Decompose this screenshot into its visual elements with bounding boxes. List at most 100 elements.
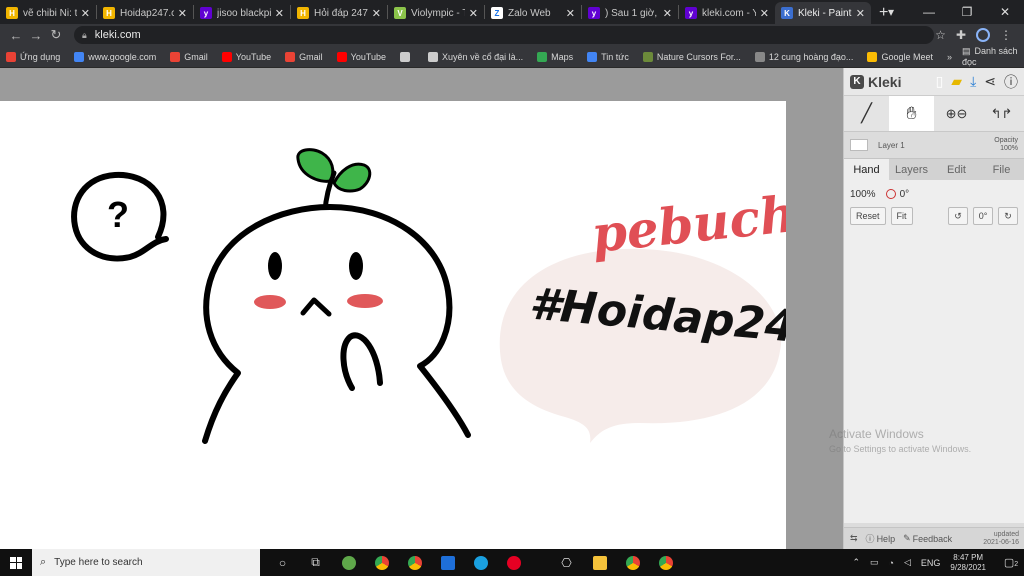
share-icon[interactable]: ⋖ <box>984 73 996 90</box>
bookmark-item[interactable]: Gmail <box>170 51 208 62</box>
reload-button[interactable]: ↻ <box>46 27 66 43</box>
app-chrome-icon[interactable] <box>365 549 398 576</box>
app-zalo-icon[interactable]: ⎔ <box>550 549 583 576</box>
reading-list-button[interactable]: ▤ Danh sách đọc <box>962 46 1018 67</box>
browser-tab[interactable]: Hvẽ chibi Ni: tề ✕ <box>0 2 96 24</box>
drawing-canvas[interactable]: ? pebuchi #Hoidap247 <box>0 101 786 549</box>
bookmark-star-icon[interactable]: ☆ <box>935 28 946 42</box>
browser-tab[interactable]: V Violympic - To ✕ <box>388 2 484 24</box>
bookmark-item[interactable]: Tin tức <box>587 51 629 62</box>
zoom-tools[interactable]: ⊕⊖ <box>934 96 979 131</box>
tab-close-icon[interactable]: ✕ <box>856 7 865 20</box>
brush-tool[interactable]: ╱ <box>844 96 889 131</box>
tab-close-icon[interactable]: ✕ <box>81 7 90 20</box>
bookmark-item[interactable] <box>400 51 414 62</box>
taskbar-search-input[interactable]: ⌕ Type here to search <box>32 549 260 576</box>
rotate-left-icon: ↺ <box>954 210 962 221</box>
help-icon[interactable]: ⓘ <box>1004 72 1018 92</box>
tab-hand[interactable]: Hand <box>844 159 889 180</box>
network-icon[interactable]: ▭ <box>870 557 879 568</box>
reset-button[interactable]: Reset <box>850 207 886 225</box>
clock[interactable]: 8:47 PM 9/28/2021 <box>950 553 986 573</box>
app-chrome-2-icon[interactable] <box>398 549 431 576</box>
app-store-icon[interactable] <box>431 549 464 576</box>
extensions-icon[interactable]: ✚ <box>956 28 966 42</box>
bookmarks-more-button[interactable]: » <box>947 52 952 62</box>
feedback-button[interactable]: ✎ Feedback <box>903 533 952 544</box>
forward-button[interactable]: → <box>26 28 46 43</box>
start-button[interactable] <box>0 549 32 576</box>
tab-close-icon[interactable]: ✕ <box>275 7 284 20</box>
tab-close-icon[interactable]: ✕ <box>566 7 575 20</box>
app-chrome-alt-icon[interactable] <box>332 549 365 576</box>
bookmark-item[interactable]: Xuyên về cổ đại là... <box>428 51 523 62</box>
tab-file[interactable]: File <box>979 159 1024 180</box>
bookmark-item[interactable]: Maps <box>537 51 573 62</box>
layer-preview-row[interactable]: Layer 1 Opacity 100% <box>844 132 1024 158</box>
browser-tab[interactable]: Z Zalo Web ✕ <box>485 2 581 24</box>
bookmark-item[interactable]: YouTube <box>221 51 271 62</box>
rotate-zero-button[interactable]: 0° <box>973 207 993 225</box>
bookmark-item[interactable]: Gmail <box>285 51 323 62</box>
swap-side-button[interactable]: ⇆ <box>850 533 858 544</box>
browser-tab[interactable]: y jisoo blackpink ✕ <box>194 2 290 24</box>
app-pinterest-icon[interactable] <box>497 549 530 576</box>
reading-list-icon: ▤ <box>961 46 971 56</box>
bookmark-item[interactable]: Nature Cursors For... <box>642 51 741 62</box>
notification-center-button[interactable]: ▢2 <box>998 556 1024 569</box>
feedback-label: Feedback <box>912 533 953 544</box>
swap-icon: ⇆ <box>850 533 858 543</box>
wifi-icon[interactable]: ◔ <box>889 558 894 568</box>
fit-button[interactable]: Fit <box>890 207 913 225</box>
bookmark-item[interactable]: Ứng dụng <box>6 51 60 62</box>
tab-close-icon[interactable]: ✕ <box>372 7 381 20</box>
browser-tab[interactable]: y) Sau 1 giờ, xe ✕ <box>582 2 678 24</box>
cortana-icon[interactable]: ○ <box>266 549 299 576</box>
minimize-button[interactable]: — <box>910 5 948 19</box>
bookmark-item[interactable]: YouTube <box>336 51 386 62</box>
app-chrome-4-icon[interactable] <box>649 549 682 576</box>
download-icon[interactable]: ⤓ <box>970 73 976 90</box>
tab-close-icon[interactable]: ✕ <box>760 7 769 20</box>
view-status: 100% 0° <box>850 186 1018 202</box>
tab-layers[interactable]: Layers <box>889 159 934 180</box>
tray-expand-icon[interactable]: ⌃ <box>852 557 860 568</box>
tab-close-icon[interactable]: ✕ <box>469 7 478 20</box>
app-chrome-3-icon[interactable] <box>616 549 649 576</box>
rotate-left-button[interactable]: ↺ <box>948 207 968 225</box>
hand-tool[interactable]: ✋︎ <box>889 96 934 131</box>
rotate-right-button[interactable]: ↻ <box>998 207 1018 225</box>
close-window-button[interactable]: ✕ <box>986 5 1024 19</box>
browser-tab[interactable]: y kleki.com - Ya ✕ <box>679 2 775 24</box>
browser-menu-icon[interactable]: ⋮ <box>1000 28 1012 42</box>
bookmark-item[interactable]: www.google.com <box>74 51 156 62</box>
profile-avatar[interactable] <box>976 28 990 42</box>
volume-icon[interactable]: ◁ <box>904 557 911 568</box>
tab-search-icon[interactable]: ▾ <box>872 5 910 19</box>
browser-tab[interactable]: K Kleki - Paint To ✕ <box>775 2 871 24</box>
rotate-right-icon: ↻ <box>1004 210 1012 221</box>
undo-redo-tools[interactable]: ↰↱ <box>979 96 1024 131</box>
tab-title: Hoidap247.com <box>120 7 174 19</box>
maximize-button[interactable]: ❐ <box>948 5 986 19</box>
bookmark-item[interactable]: Google Meet <box>867 51 933 62</box>
tab-close-icon[interactable]: ✕ <box>663 7 672 20</box>
new-file-icon[interactable]: ▯ <box>936 73 944 90</box>
language-indicator[interactable]: ENG <box>921 558 941 568</box>
tab-edit[interactable]: Edit <box>934 159 979 180</box>
app-explorer-icon[interactable] <box>583 549 616 576</box>
url-text: kleki.com <box>94 29 141 41</box>
task-view-icon[interactable]: ⧉ <box>299 549 332 576</box>
watermark-subtitle: Go to Settings to activate Windows. <box>829 444 972 454</box>
browser-tab[interactable]: H Hoidap247.com ✕ <box>97 2 193 24</box>
help-button[interactable]: ⓘ Help <box>866 532 896 545</box>
bookmark-item[interactable]: 12 cung hoàng đạo... <box>754 51 853 62</box>
browser-tab[interactable]: H Hỏi đáp 247 - ✕ <box>291 2 387 24</box>
url-input[interactable]: 🔒︎ kleki.com <box>74 26 934 44</box>
tab-favicon-icon: y <box>588 7 600 19</box>
save-icon[interactable]: ▰ <box>951 73 962 90</box>
app-edge-icon[interactable] <box>464 549 497 576</box>
back-button[interactable]: ← <box>6 28 26 43</box>
tab-close-icon[interactable]: ✕ <box>178 7 187 20</box>
kleki-logo[interactable]: K Kleki <box>850 74 901 90</box>
